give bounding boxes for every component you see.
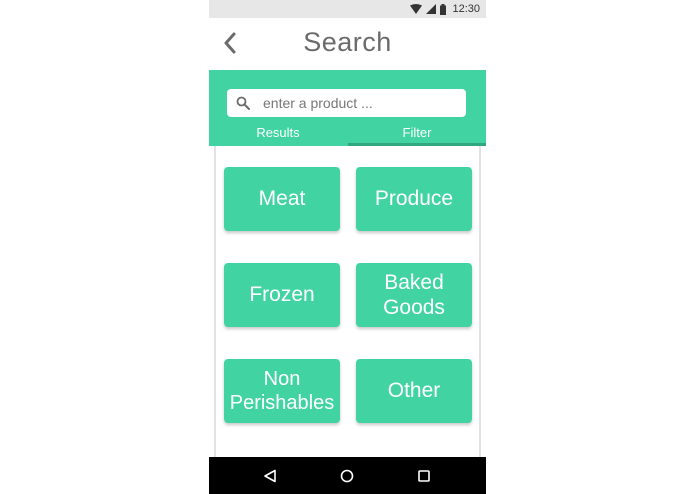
category-other[interactable]: Other (356, 359, 472, 423)
system-nav-bar (209, 457, 486, 494)
chevron-left-icon (224, 32, 236, 54)
tab-results[interactable]: Results (209, 122, 347, 146)
nav-recents-button[interactable] (413, 465, 435, 487)
category-non-perishables[interactable]: Non Perishables (224, 359, 340, 423)
nav-home-button[interactable] (336, 465, 358, 487)
filter-panel: Meat Produce Frozen Baked Goods Non Peri… (214, 146, 481, 457)
battery-icon (440, 3, 447, 15)
nav-back-button[interactable] (259, 465, 281, 487)
category-frozen[interactable]: Frozen (224, 263, 340, 327)
search-input[interactable] (263, 89, 458, 117)
wifi-icon (410, 4, 423, 14)
app-bar: Search (209, 18, 486, 70)
category-baked-goods[interactable]: Baked Goods (356, 263, 472, 327)
tab-bar: Results Filter (209, 122, 486, 146)
recents-square-icon (418, 470, 430, 482)
status-bar: 12:30 (209, 0, 486, 18)
search-icon (236, 96, 250, 110)
back-triangle-icon (264, 469, 276, 483)
back-button[interactable] (219, 30, 241, 56)
page-title: Search (303, 27, 392, 57)
search-box[interactable] (227, 89, 466, 117)
home-circle-icon (340, 469, 354, 483)
status-icons: 12:30 (410, 2, 480, 16)
search-header: Results Filter (209, 70, 486, 146)
status-time: 12:30 (452, 3, 480, 15)
category-meat[interactable]: Meat (224, 167, 340, 231)
category-produce[interactable]: Produce (356, 167, 472, 231)
signal-icon (426, 4, 437, 14)
phone-screen: 12:30 Search Results Filter Meat Produce… (209, 0, 486, 494)
